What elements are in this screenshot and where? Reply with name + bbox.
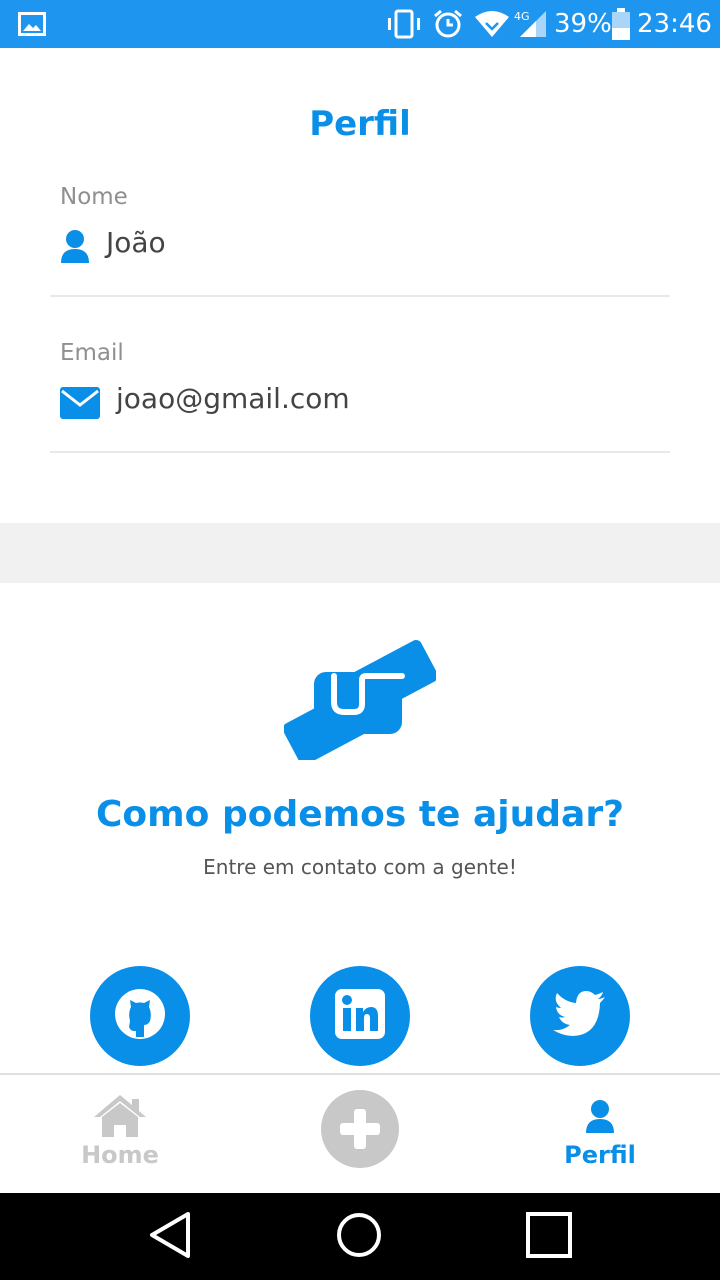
add-button[interactable] <box>321 1090 399 1168</box>
battery-percent: 39% <box>554 9 612 39</box>
signal-icon <box>518 0 548 48</box>
page-title: Perfil <box>309 104 411 144</box>
recents-button[interactable] <box>504 1193 594 1280</box>
back-button[interactable] <box>125 1193 215 1280</box>
home-icon <box>92 1093 148 1141</box>
help-title: Como podemos te ajudar? <box>96 794 624 835</box>
bottom-navigation: Home Perfil <box>0 1073 720 1193</box>
back-triangle-icon <box>148 1211 192 1263</box>
github-icon <box>113 987 167 1045</box>
handshake-icon <box>282 632 439 765</box>
recents-square-icon <box>526 1211 572 1262</box>
home-system-button[interactable] <box>314 1193 404 1280</box>
help-subtitle: Entre em contato com a gente! <box>203 855 517 879</box>
profile-icon <box>585 1099 615 1139</box>
email-divider <box>50 451 670 453</box>
email-value: joao@gmail.com <box>116 382 350 415</box>
github-button[interactable] <box>90 966 190 1066</box>
home-circle-icon <box>335 1211 383 1263</box>
nav-home[interactable]: Home <box>20 1075 220 1193</box>
twitter-button[interactable] <box>530 966 630 1066</box>
name-value: João <box>106 226 166 259</box>
alarm-icon <box>432 0 464 48</box>
gallery-notification-icon <box>18 0 46 48</box>
vibrate-icon <box>386 0 422 48</box>
status-bar: 4G 39% 23:46 <box>0 0 720 48</box>
twitter-icon <box>553 991 607 1041</box>
name-label: Nome <box>60 184 128 210</box>
linkedin-icon <box>334 988 386 1044</box>
plus-icon <box>340 1109 380 1153</box>
nav-profile-label: Perfil <box>564 1141 636 1169</box>
email-label: Email <box>60 340 124 366</box>
nav-profile[interactable]: Perfil <box>500 1075 700 1193</box>
envelope-icon <box>60 387 100 423</box>
section-separator <box>0 523 720 583</box>
battery-icon <box>612 0 630 48</box>
linkedin-button[interactable] <box>310 966 410 1066</box>
clock: 23:46 <box>637 9 712 39</box>
nav-home-label: Home <box>81 1141 159 1169</box>
wifi-icon <box>474 0 510 48</box>
user-icon <box>60 229 90 269</box>
system-navigation-bar <box>0 1193 720 1280</box>
name-divider <box>50 295 670 297</box>
